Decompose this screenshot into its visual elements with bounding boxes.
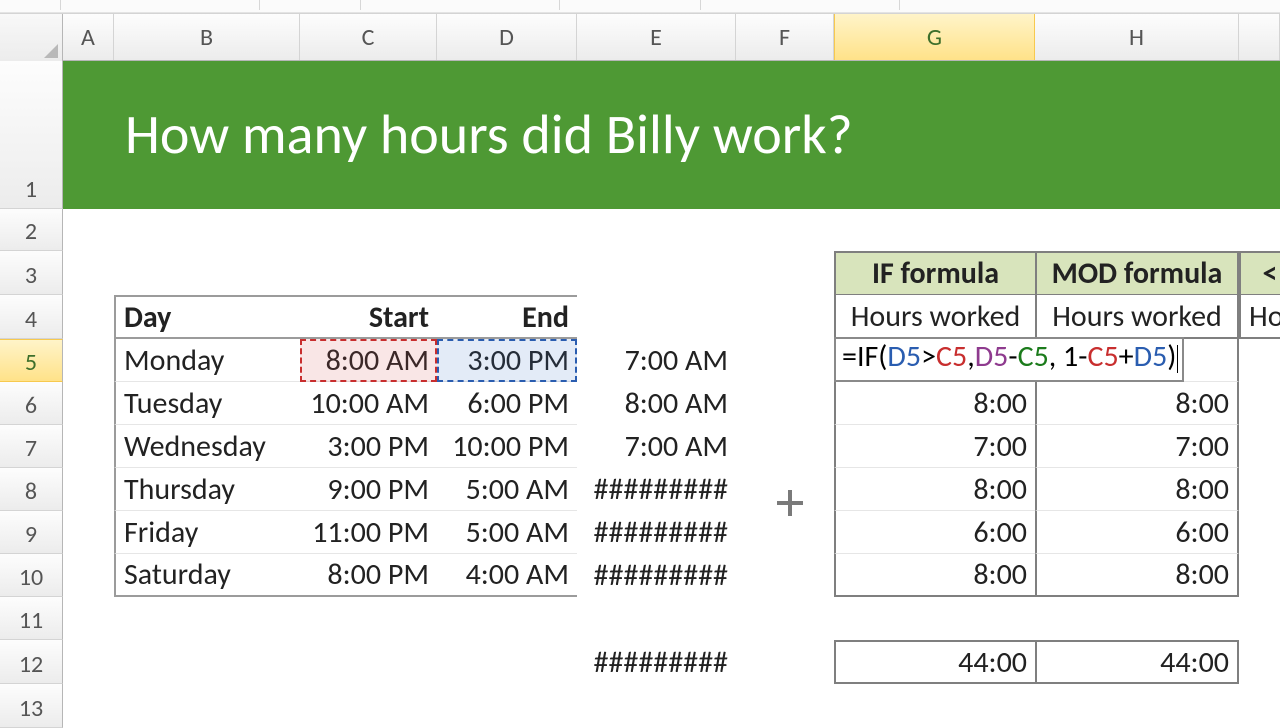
row-header-11[interactable]: 11 — [0, 597, 63, 640]
row-header-8[interactable]: 8 — [0, 468, 63, 511]
cell-B8[interactable]: Thursday — [114, 468, 300, 511]
cell-H6[interactable]: 8:00 — [1035, 382, 1239, 425]
cell-H7[interactable]: 7:00 — [1035, 425, 1239, 468]
row-header-12[interactable]: 12 — [0, 640, 63, 684]
cell-C6[interactable]: 10:00 AM — [300, 382, 437, 425]
cell-E12[interactable]: ######### — [577, 640, 736, 684]
cell-E5[interactable]: 7:00 AM — [577, 339, 736, 382]
cell-D9[interactable]: 5:00 AM — [437, 511, 577, 554]
row-header-7[interactable]: 7 — [0, 425, 63, 468]
row-header-9[interactable]: 9 — [0, 511, 63, 554]
select-all-corner[interactable] — [0, 14, 63, 62]
cell-cursor-icon — [777, 490, 803, 516]
cell-B5[interactable]: Monday — [114, 339, 300, 382]
cell-C7[interactable]: 3:00 PM — [300, 425, 437, 468]
cell-E8[interactable]: ######### — [577, 468, 736, 511]
cell-G3[interactable]: IF formula — [834, 251, 1035, 295]
cell-G7[interactable]: 7:00 — [834, 425, 1035, 468]
col-header-g[interactable]: G — [834, 14, 1035, 60]
cell-E6[interactable]: 8:00 AM — [577, 382, 736, 425]
row-header-2[interactable]: 2 — [0, 209, 63, 251]
cell-G9[interactable]: 6:00 — [834, 511, 1035, 554]
cell-D10[interactable]: 4:00 AM — [437, 554, 577, 597]
col-header-c[interactable]: C — [300, 14, 437, 60]
cell-C9[interactable]: 11:00 PM — [300, 511, 437, 554]
cell-H8[interactable]: 8:00 — [1035, 468, 1239, 511]
cell-H9[interactable]: 6:00 — [1035, 511, 1239, 554]
cell-D7[interactable]: 10:00 PM — [437, 425, 577, 468]
row-header-1[interactable]: 1 — [0, 61, 63, 209]
column-headers: ABCDEFGH — [0, 13, 1280, 61]
title-banner: How many hours did Billy work? — [63, 61, 1280, 209]
cell-G4[interactable]: Hours worked — [834, 295, 1035, 339]
cell-B7[interactable]: Wednesday — [114, 425, 300, 468]
cell-D6[interactable]: 6:00 PM — [437, 382, 577, 425]
cell-I3-partial[interactable]: < — [1239, 251, 1280, 295]
cell-G8[interactable]: 8:00 — [834, 468, 1035, 511]
row-header-4[interactable]: 4 — [0, 295, 63, 339]
col-header-b[interactable]: B — [114, 14, 300, 60]
col-header-d[interactable]: D — [437, 14, 577, 60]
cell-E7[interactable]: 7:00 AM — [577, 425, 736, 468]
cell-H12[interactable]: 44:00 — [1035, 640, 1239, 684]
cell-E9[interactable]: ######### — [577, 511, 736, 554]
cell-E10[interactable]: ######### — [577, 554, 736, 597]
cell-C4[interactable]: Start — [300, 295, 437, 339]
row-header-10[interactable]: 10 — [0, 554, 63, 597]
row-header-6[interactable]: 6 — [0, 382, 63, 425]
formula-inline-editor[interactable]: =IF(D5>C5,D5-C5, 1-C5+D5) — [834, 337, 1184, 382]
col-header-h[interactable]: H — [1035, 14, 1239, 60]
cell-H3[interactable]: MOD formula — [1035, 251, 1239, 295]
col-header-e[interactable]: E — [577, 14, 736, 60]
cell-C8[interactable]: 9:00 PM — [300, 468, 437, 511]
cell-H10[interactable]: 8:00 — [1035, 554, 1239, 597]
cell-D8[interactable]: 5:00 AM — [437, 468, 577, 511]
cell-G12[interactable]: 44:00 — [834, 640, 1035, 684]
cell-B10[interactable]: Saturday — [114, 554, 300, 597]
cell-B6[interactable]: Tuesday — [114, 382, 300, 425]
cell-C5[interactable]: 8:00 AM — [300, 339, 437, 382]
cell-C10[interactable]: 8:00 PM — [300, 554, 437, 597]
cell-D5[interactable]: 3:00 PM — [437, 339, 577, 382]
cell-G10[interactable]: 8:00 — [834, 554, 1035, 597]
row-headers: 12345678910111213 — [0, 61, 63, 728]
title-text: How many hours did Billy work? — [125, 101, 853, 169]
row-header-5[interactable]: 5 — [0, 339, 63, 382]
cell-G6[interactable]: 8:00 — [834, 382, 1035, 425]
col-header-overflow — [1239, 14, 1280, 60]
ribbon-sliver — [0, 0, 1280, 13]
cell-I4-partial[interactable]: Hou — [1239, 295, 1280, 339]
col-header-a[interactable]: A — [63, 14, 114, 60]
cell-H4[interactable]: Hours worked — [1035, 295, 1239, 339]
col-header-f[interactable]: F — [736, 14, 834, 60]
cell-B9[interactable]: Friday — [114, 511, 300, 554]
row-header-13[interactable]: 13 — [0, 684, 63, 728]
cell-D4[interactable]: End — [437, 295, 577, 339]
row-header-3[interactable]: 3 — [0, 251, 63, 295]
cell-B4[interactable]: Day — [114, 295, 300, 339]
